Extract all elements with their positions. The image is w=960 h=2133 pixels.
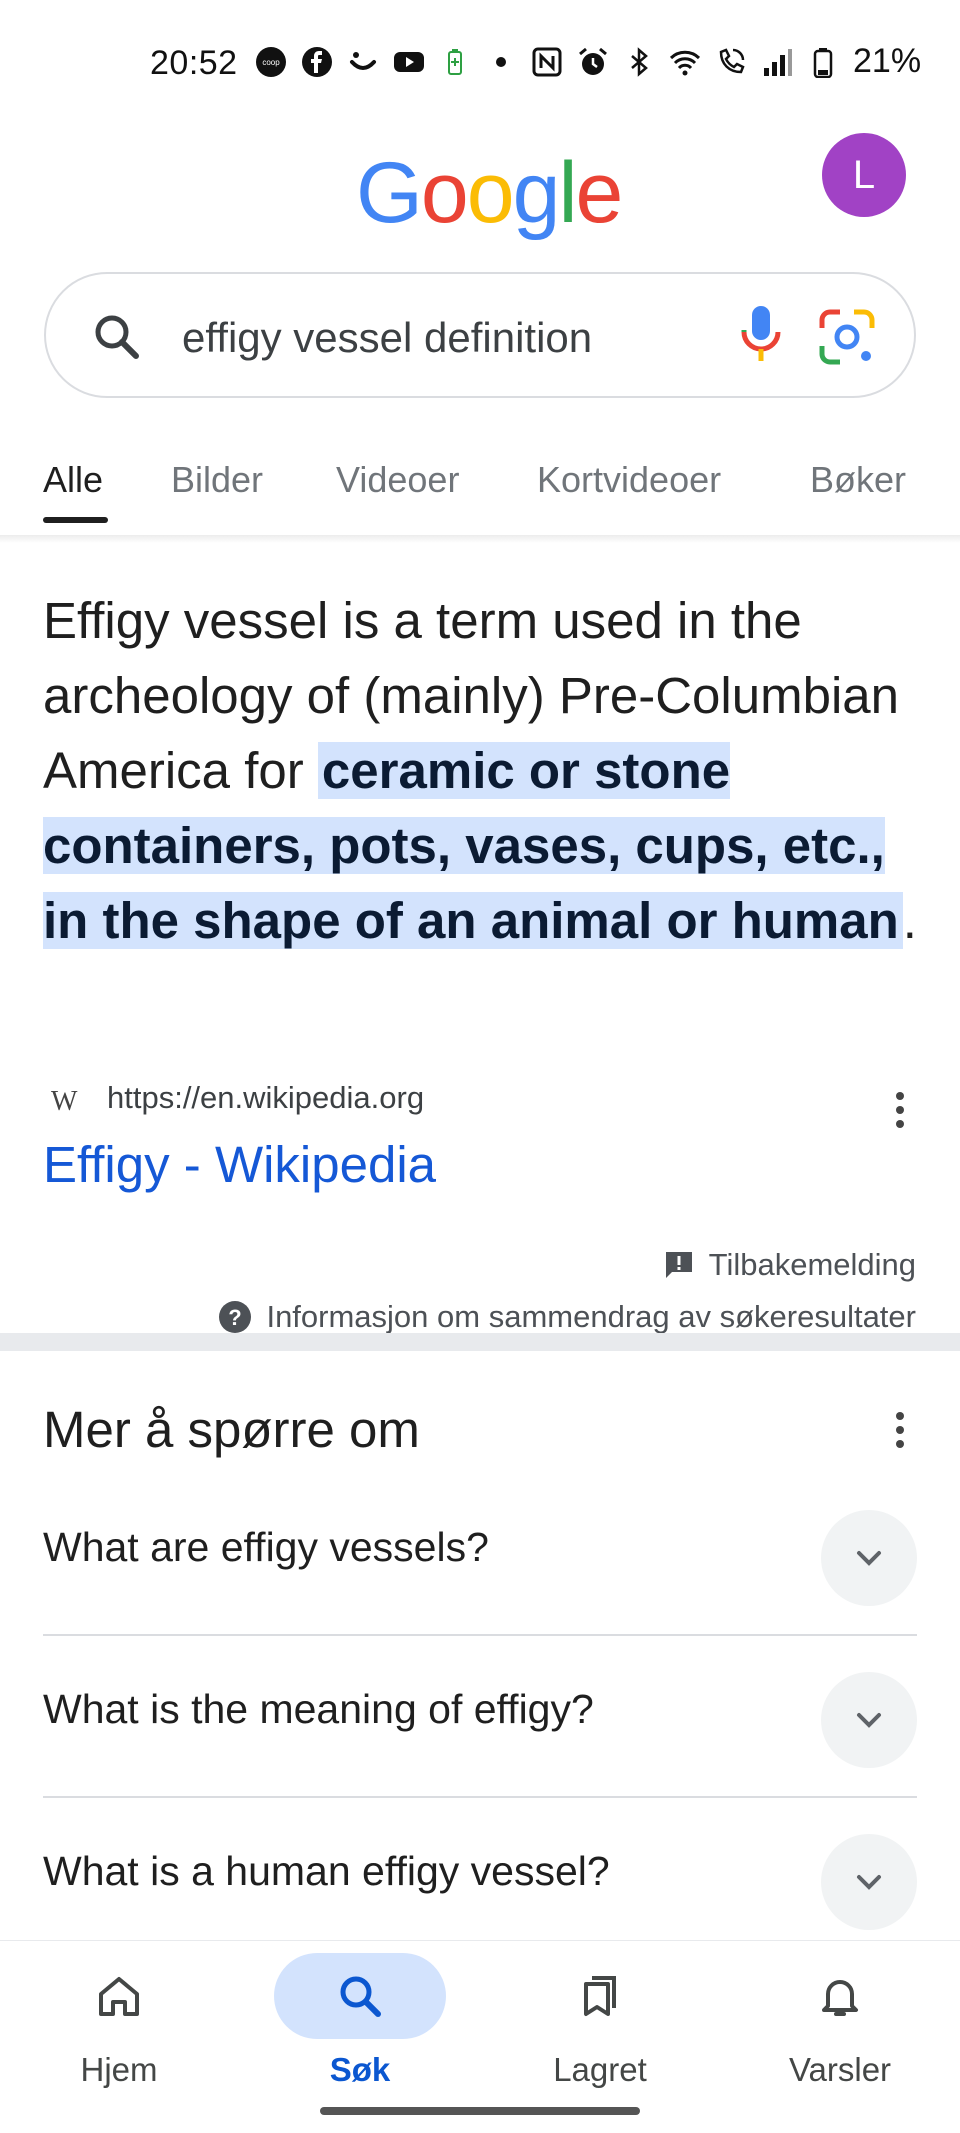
nav-notifications-label: Varsler: [788, 2051, 892, 2088]
nav-search[interactable]: Søk: [260, 1953, 460, 2103]
feedback-button[interactable]: Tilbakemelding: [663, 1247, 916, 1283]
search-input[interactable]: [182, 310, 682, 366]
nav-home[interactable]: Hjem: [19, 1953, 219, 2103]
facebook-icon: [301, 46, 333, 78]
coop-icon: coop: [255, 46, 287, 78]
search-icon: [340, 1976, 381, 2017]
svg-text:?: ?: [229, 1305, 242, 1330]
section-separator: [0, 1333, 960, 1351]
nav-notifications[interactable]: Varsler: [740, 1953, 940, 2103]
tab-kortvideoer[interactable]: Kortvideoer: [537, 459, 721, 501]
home-icon: [99, 1977, 139, 2016]
snippet-text-after: .: [902, 892, 917, 949]
wikipedia-favicon-icon: W: [51, 1086, 78, 1117]
result-title-link[interactable]: Effigy - Wikipedia: [43, 1135, 436, 1194]
tabs-divider: [0, 535, 960, 543]
battery-saver-icon: [439, 46, 471, 78]
bookmarks-icon: [584, 1976, 616, 2016]
feedback-label: Tilbakemelding: [708, 1247, 916, 1282]
nav-notifications-pill: [754, 1953, 926, 2039]
tab-bilder[interactable]: Bilder: [171, 459, 263, 501]
youtube-icon: [393, 46, 425, 78]
signal-icon: [761, 46, 793, 78]
source-row[interactable]: W https://en.wikipedia.org: [43, 1080, 923, 1120]
dot-icon: [485, 46, 517, 78]
account-avatar[interactable]: L: [822, 133, 906, 217]
paa-question-item[interactable]: What are effigy vessels?: [43, 1474, 917, 1636]
nav-home-label: Hjem: [80, 2051, 158, 2088]
paa-question-item[interactable]: What is the meaning of effigy?: [43, 1636, 917, 1798]
people-also-ask-title: Mer å spørre om: [43, 1401, 420, 1458]
info-label: Informasjon om sammendrag av søkeresulta…: [266, 1300, 916, 1334]
smile-icon: [347, 46, 379, 78]
chevron-down-icon[interactable]: [821, 1834, 917, 1930]
nav-saved[interactable]: Lagret: [500, 1953, 700, 2103]
bottom-navigation: Hjem Søk Lagret Varsler: [0, 1940, 960, 2133]
bluetooth-icon: [623, 46, 655, 78]
paa-question-item[interactable]: What is a human effigy vessel?: [43, 1798, 917, 1960]
chevron-down-icon[interactable]: [821, 1510, 917, 1606]
search-icon[interactable]: [90, 310, 144, 364]
tab-boker[interactable]: Bøker: [810, 459, 906, 501]
nav-search-pill: [274, 1953, 446, 2039]
nav-saved-pill: [514, 1953, 686, 2039]
coop-icon-label: coop: [262, 58, 280, 67]
wifi-icon: [669, 46, 701, 78]
source-url[interactable]: https://en.wikipedia.org: [107, 1080, 424, 1116]
search-box[interactable]: [44, 272, 916, 398]
more-options-icon[interactable]: [888, 1090, 912, 1130]
info-about-summary-link[interactable]: ? Informasjon om sammendrag av søkeresul…: [218, 1300, 916, 1334]
featured-snippet-text: Effigy vessel is a term used in the arch…: [43, 583, 923, 958]
tab-videoer[interactable]: Videoer: [336, 459, 459, 501]
tab-alle[interactable]: Alle: [43, 459, 103, 501]
google-logo[interactable]: Google: [356, 150, 623, 236]
battery-icon: [807, 46, 839, 78]
bell-icon: [822, 1980, 858, 2016]
microphone-icon[interactable]: [736, 304, 786, 368]
gesture-home-indicator[interactable]: [320, 2107, 640, 2115]
feedback-icon: [665, 1252, 692, 1278]
chevron-down-icon[interactable]: [821, 1672, 917, 1768]
nfc-icon: [531, 46, 563, 78]
battery-percent: 21%: [853, 42, 922, 80]
nav-search-label: Søk: [329, 2051, 391, 2088]
status-notification-icons: coop 21%: [255, 42, 921, 81]
alarm-icon: [577, 46, 609, 78]
paa-more-options-icon[interactable]: [888, 1410, 912, 1450]
wifi-call-icon: [715, 46, 747, 78]
paa-question-text: What is a human effigy vessel?: [43, 1848, 610, 1894]
status-time: 20:52: [150, 44, 238, 82]
active-tab-indicator: [43, 517, 108, 523]
nav-saved-label: Lagret: [553, 2051, 647, 2088]
google-lens-icon[interactable]: [818, 308, 876, 366]
paa-question-text: What is the meaning of effigy?: [43, 1686, 594, 1732]
help-icon: ?: [219, 1301, 252, 1333]
paa-question-text: What are effigy vessels?: [43, 1524, 489, 1570]
status-bar: 20:52 coop 21%: [0, 0, 960, 130]
search-tabs: Alle Bilder Videoer Kortvideoer Bøker: [0, 455, 960, 535]
nav-home-pill: [33, 1953, 205, 2039]
